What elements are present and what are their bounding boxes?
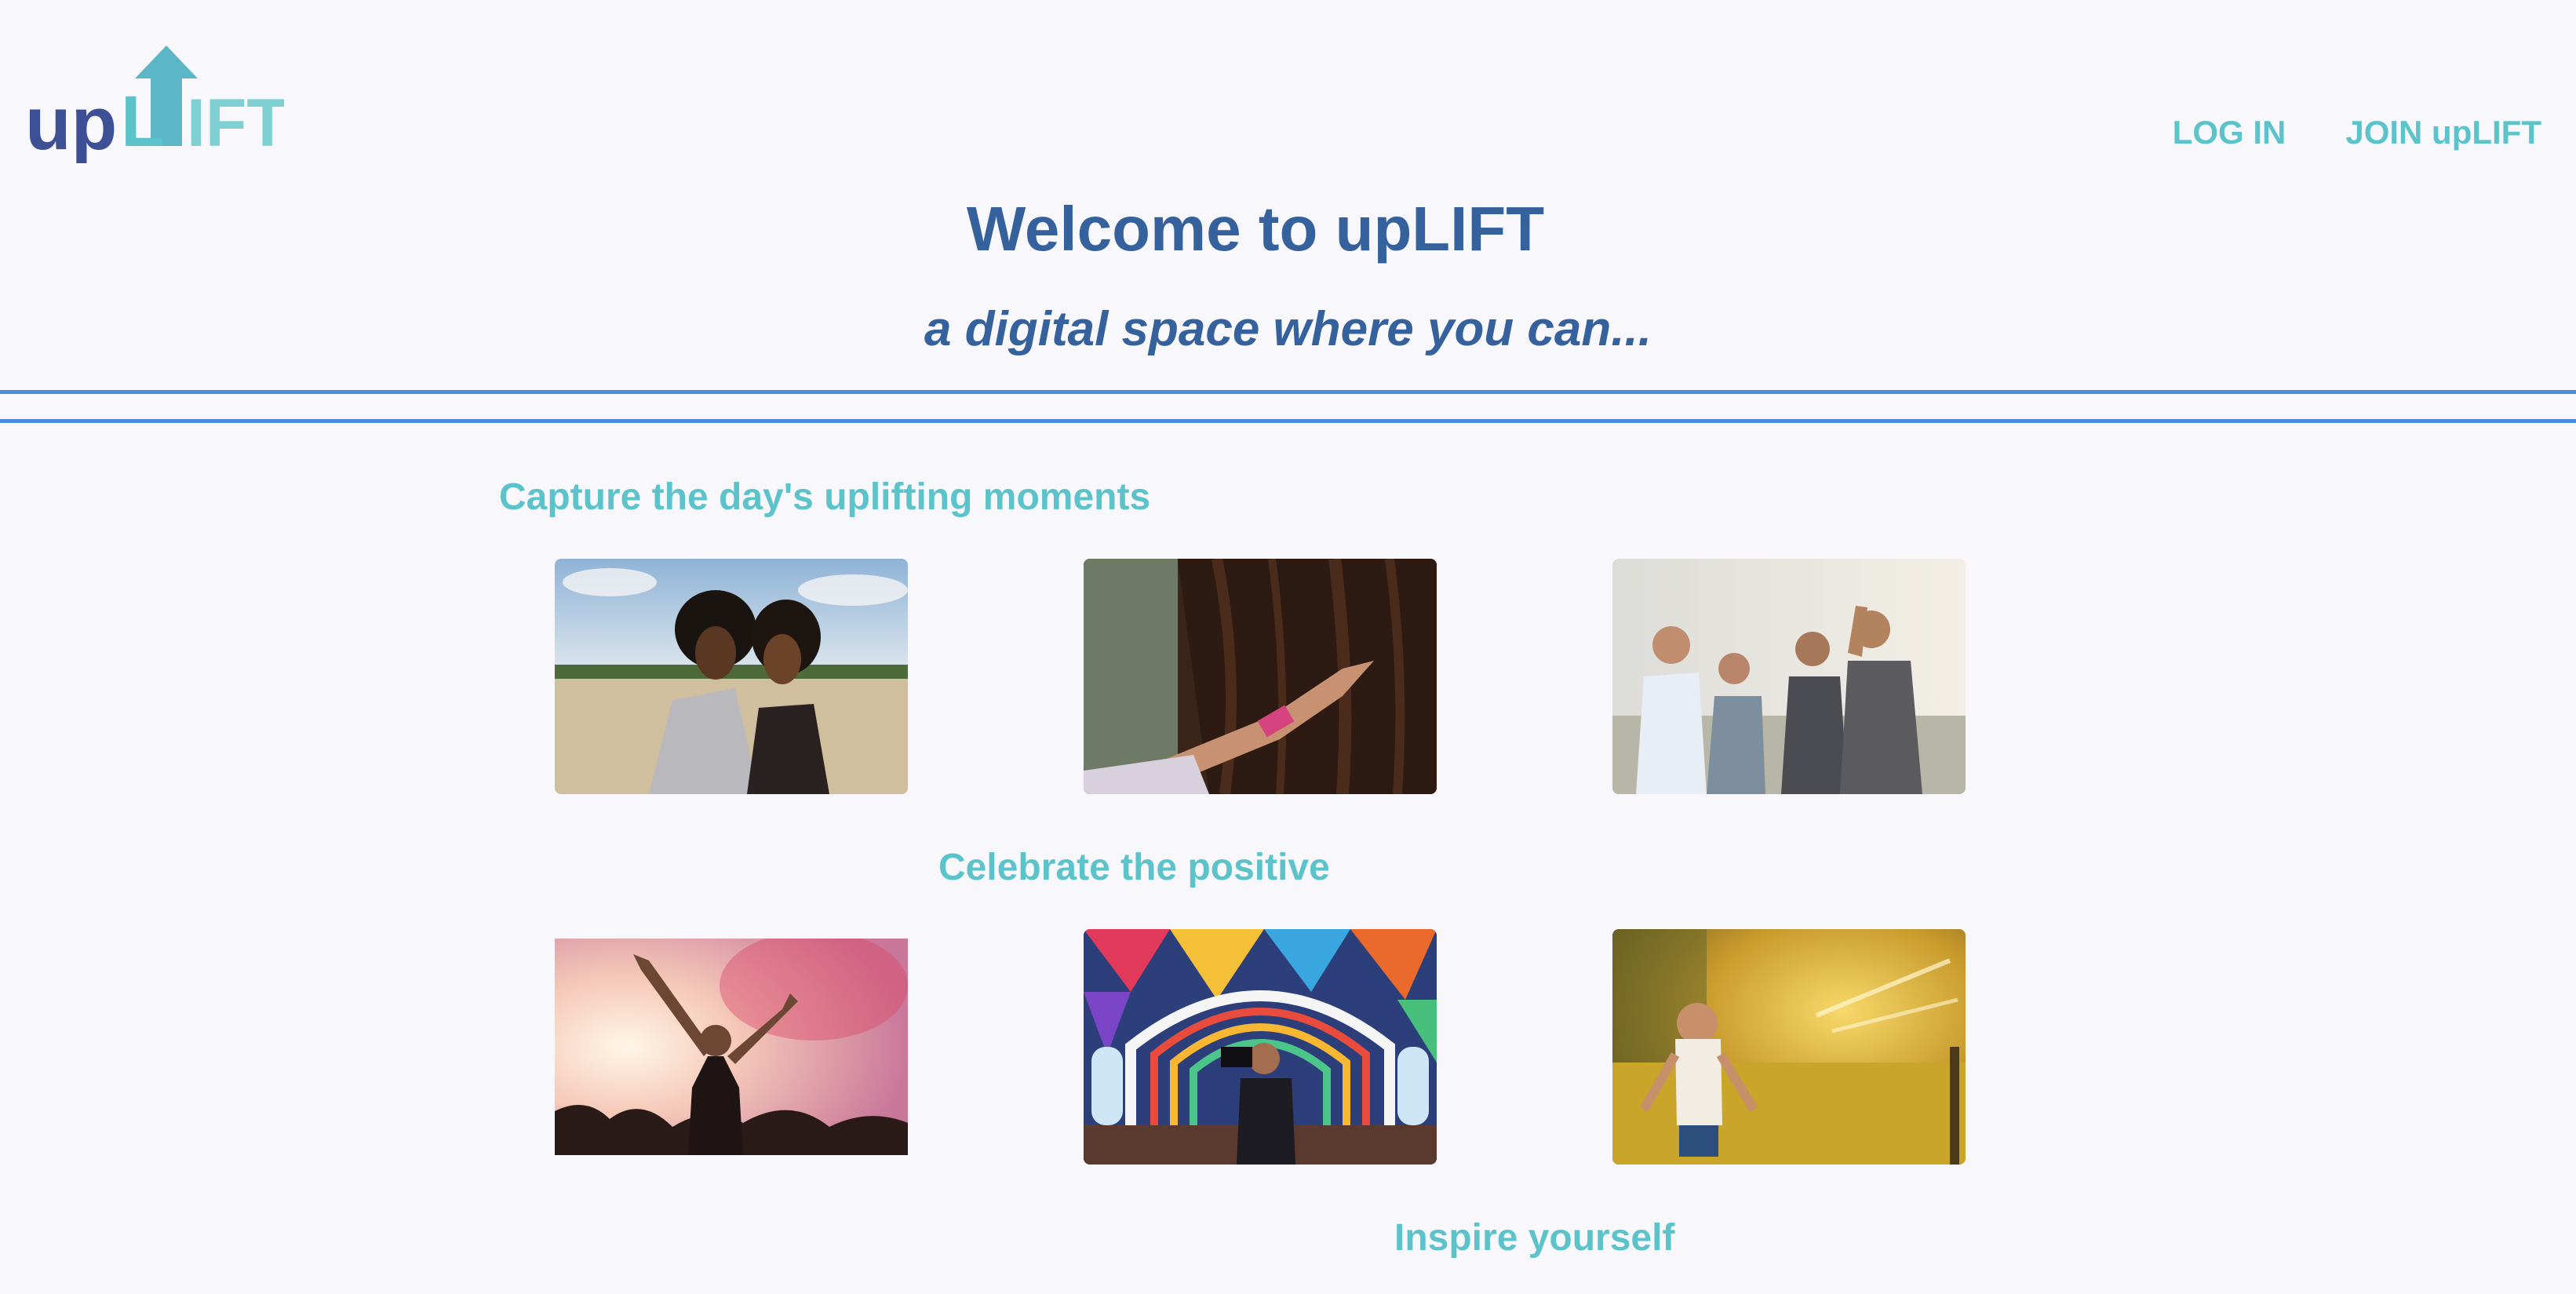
page-title: Welcome to upLIFT	[966, 194, 1545, 264]
friends-laughing-photo[interactable]	[1612, 559, 1966, 794]
uplift-logo[interactable]: up L IFT	[25, 46, 284, 163]
top-nav: LOG IN JOIN upLIFT	[2173, 114, 2541, 151]
logo-ift-text: IFT	[187, 86, 284, 161]
join-link[interactable]: JOIN upLIFT	[2345, 114, 2541, 151]
logo-l-text: L	[121, 82, 165, 162]
section-title-capture: Capture the day's uplifting moments	[499, 476, 1151, 518]
concert-dancer-photo[interactable]	[555, 939, 908, 1155]
page-subtitle: a digital space where you can...	[924, 302, 1652, 356]
colorful-church-photographer-photo[interactable]	[1084, 929, 1437, 1165]
two-friends-beach-photo[interactable]	[555, 559, 908, 794]
hand-tree-photo[interactable]	[1084, 559, 1437, 794]
section-title-inspire: Inspire yourself	[1394, 1217, 1675, 1259]
logo-up-text: up	[25, 82, 117, 163]
header-divider-bottom	[0, 419, 2576, 423]
header-divider-top	[0, 390, 2576, 394]
child-sprinkler-photo[interactable]	[1612, 929, 1966, 1165]
section-title-celebrate: Celebrate the positive	[938, 847, 1330, 888]
login-link[interactable]: LOG IN	[2173, 114, 2286, 151]
